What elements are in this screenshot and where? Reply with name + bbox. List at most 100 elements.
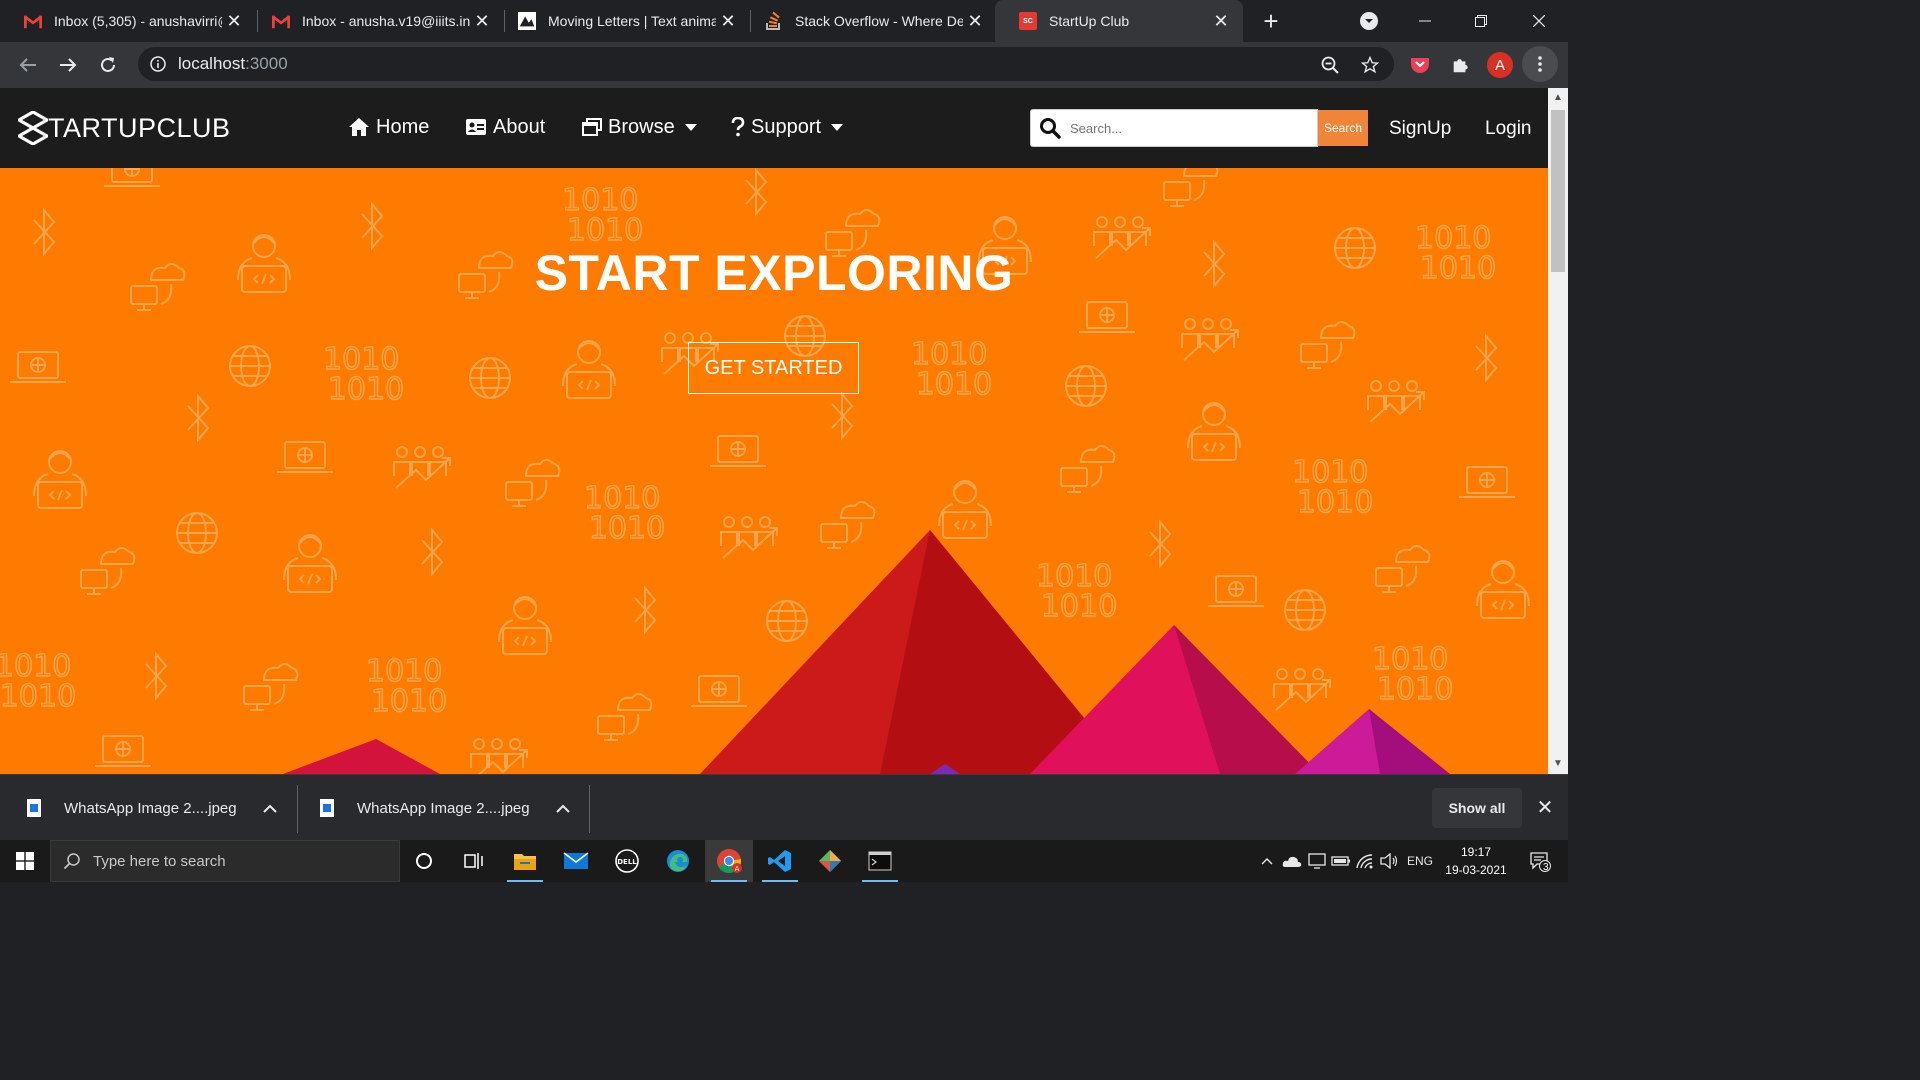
- scroll-thumb[interactable]: [1551, 110, 1565, 272]
- tray-chevron-up-icon[interactable]: [1256, 840, 1278, 882]
- taskbar-search[interactable]: Type here to search: [50, 840, 400, 882]
- edge-icon: [667, 850, 689, 872]
- chevron-down-circle-icon: [1360, 12, 1378, 30]
- restore-button[interactable]: [1458, 0, 1504, 42]
- info-icon[interactable]: [138, 56, 178, 72]
- nav-about-label: About: [493, 115, 546, 138]
- tab-startup-club[interactable]: SC StartUp Club ✕: [995, 0, 1243, 42]
- id-card-icon: [466, 119, 486, 135]
- dell-app-button[interactable]: DELL: [603, 840, 651, 882]
- language-indicator[interactable]: ENG: [1404, 840, 1436, 882]
- folder-icon: [514, 854, 536, 870]
- site-navbar: TARTUPCLUB Home About Browse Support Sea…: [0, 88, 1548, 168]
- arrow-right-icon: [60, 58, 77, 72]
- tab-title: Inbox (5,305) - anushavirri@: [54, 13, 222, 29]
- stackoverflow-icon: [765, 11, 783, 30]
- caret-down-icon: [831, 123, 844, 131]
- tab-close-icon[interactable]: ✕: [963, 11, 987, 32]
- download-divider: [589, 785, 590, 833]
- onedrive-icon[interactable]: [1280, 840, 1304, 882]
- bookmark-button[interactable]: [1350, 42, 1390, 88]
- vscode-button[interactable]: [756, 840, 804, 882]
- tab-gmail-inbox-1[interactable]: Inbox (5,305) - anushavirri@ ✕: [0, 0, 256, 42]
- volume-icon[interactable]: [1378, 840, 1400, 882]
- git-kraken-button[interactable]: [806, 840, 854, 882]
- clock[interactable]: 19:17 19-03-2021: [1438, 843, 1514, 879]
- search-button[interactable]: Search: [1318, 110, 1368, 146]
- display-icon[interactable]: [1306, 840, 1328, 882]
- cortana-button[interactable]: [400, 840, 448, 882]
- zoom-button[interactable]: [1310, 42, 1350, 88]
- tab-close-icon[interactable]: ✕: [470, 11, 494, 32]
- download-item[interactable]: WhatsApp Image 2....jpeg: [319, 783, 570, 833]
- tab-title: Moving Letters | Text anima: [548, 13, 716, 29]
- tab-stack-overflow[interactable]: Stack Overflow - Where De ✕: [741, 0, 997, 42]
- notifications-button[interactable]: 3: [1520, 840, 1560, 882]
- nav-support-label: Support: [751, 115, 822, 138]
- browser-tab-strip: Inbox (5,305) - anushavirri@ ✕ Inbox - a…: [0, 0, 1568, 42]
- tab-close-icon[interactable]: ✕: [222, 11, 246, 32]
- address-bar[interactable]: localhost:3000: [138, 47, 1394, 81]
- get-started-button[interactable]: GET STARTED: [688, 342, 859, 394]
- page-scrollbar[interactable]: ▲ ▼: [1548, 88, 1568, 774]
- site-logo[interactable]: TARTUPCLUB: [18, 110, 231, 146]
- download-shelf: WhatsApp Image 2....jpeg WhatsApp Image …: [0, 774, 1568, 840]
- close-icon[interactable]: ✕: [1532, 797, 1558, 819]
- new-tab-button[interactable]: +: [1254, 0, 1288, 42]
- tab-title: Stack Overflow - Where De: [795, 13, 963, 29]
- task-view-button[interactable]: [450, 840, 498, 882]
- minimize-icon: [1419, 20, 1431, 22]
- nav-support[interactable]: Support: [731, 112, 844, 142]
- start-button[interactable]: [0, 840, 50, 882]
- edge-button[interactable]: [654, 840, 702, 882]
- dell-icon: DELL: [615, 849, 639, 873]
- wifi-icon[interactable]: [1354, 840, 1376, 882]
- signup-link[interactable]: SignUp: [1389, 118, 1451, 140]
- hero-title: START EXPLORING: [0, 244, 1548, 302]
- back-button[interactable]: [8, 42, 48, 88]
- avatar: A: [1487, 52, 1513, 78]
- tab-search-button[interactable]: [1352, 0, 1386, 42]
- chevron-up-icon[interactable]: [555, 800, 570, 816]
- file-explorer-button[interactable]: [501, 840, 549, 882]
- task-view-icon: [464, 853, 483, 869]
- logo-text: TARTUPCLUB: [48, 112, 231, 143]
- pocket-extension-button[interactable]: [1400, 42, 1440, 88]
- tab-gmail-inbox-2[interactable]: Inbox - anusha.v19@iiits.in ✕: [248, 0, 504, 42]
- login-link[interactable]: Login: [1485, 118, 1532, 140]
- chrome-menu-button[interactable]: [1522, 46, 1558, 82]
- tab-moving-letters[interactable]: Moving Letters | Text anima ✕: [494, 0, 750, 42]
- profile-button[interactable]: A: [1480, 42, 1520, 88]
- mail-button[interactable]: [552, 840, 600, 882]
- minimize-button[interactable]: [1402, 0, 1448, 42]
- show-all-downloads-button[interactable]: Show all: [1432, 788, 1522, 828]
- nav-browse[interactable]: Browse: [582, 112, 697, 142]
- battery-icon[interactable]: [1330, 840, 1352, 882]
- nav-home[interactable]: Home: [348, 112, 429, 142]
- chrome-button[interactable]: A: [705, 840, 753, 882]
- svg-text:A: A: [735, 865, 740, 873]
- tab-close-icon[interactable]: ✕: [716, 11, 740, 32]
- scroll-down-icon[interactable]: ▼: [1552, 758, 1564, 770]
- tab-title: StartUp Club: [1049, 13, 1130, 29]
- image-file-icon: [319, 798, 335, 818]
- forward-button[interactable]: [48, 42, 88, 88]
- mail-icon: [563, 852, 589, 869]
- extensions-button[interactable]: [1440, 42, 1480, 88]
- close-window-button[interactable]: [1516, 0, 1562, 42]
- download-item[interactable]: WhatsApp Image 2....jpeg: [26, 783, 277, 833]
- arrow-left-icon: [19, 58, 36, 72]
- favicon-text: SC: [1023, 17, 1033, 25]
- gmail-icon: [272, 12, 290, 30]
- scroll-up-icon[interactable]: ▲: [1552, 92, 1564, 104]
- terminal-button[interactable]: [856, 840, 904, 882]
- tab-close-icon[interactable]: ✕: [1209, 11, 1233, 32]
- more-vertical-icon: [1538, 56, 1542, 72]
- diamond-app-icon: [819, 850, 841, 872]
- search-input[interactable]: [1068, 109, 1318, 147]
- zoom-out-icon: [1321, 56, 1339, 74]
- nav-about[interactable]: About: [465, 112, 545, 142]
- chevron-up-icon[interactable]: [262, 800, 277, 816]
- reload-button[interactable]: [88, 42, 128, 88]
- moving-letters-icon: [518, 12, 536, 30]
